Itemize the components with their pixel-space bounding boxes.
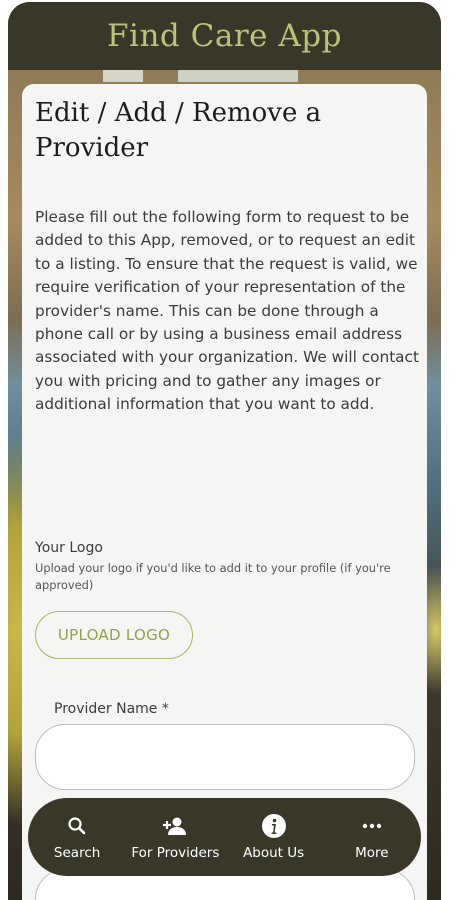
nav-more[interactable]: More <box>324 802 420 872</box>
nav-more-label: More <box>355 845 389 861</box>
app-title: Find Care App <box>107 18 342 54</box>
nav-for-providers[interactable]: For Providers <box>127 802 223 872</box>
form-title: Edit / Add / Remove a Provider <box>35 98 322 163</box>
form-intro: Please fill out the following form to re… <box>35 208 419 414</box>
form-card: Edit / Add / Remove a Provider Please fi… <box>22 84 427 900</box>
add-person-icon <box>162 813 188 839</box>
app-screen: Find Care App Edit / Add / Remove a Prov… <box>8 2 441 900</box>
logo-help-text: Upload your logo if you'd like to add it… <box>35 561 391 592</box>
app-header: Find Care App <box>8 2 441 70</box>
nav-search-label: Search <box>53 845 101 861</box>
provider-name-label: Provider Name * <box>54 701 169 717</box>
more-icon <box>362 813 382 839</box>
nav-about-us-label: About Us <box>243 845 305 861</box>
bottom-nav: Search For Providers About Us More <box>28 798 421 876</box>
background-detail <box>178 70 298 82</box>
logo-label: Your Logo <box>35 540 103 556</box>
background-detail <box>103 70 143 82</box>
nav-about-us[interactable]: About Us <box>226 802 322 872</box>
nav-search[interactable]: Search <box>29 802 125 872</box>
info-icon <box>261 813 287 839</box>
provider-name-input[interactable] <box>35 724 415 790</box>
search-icon <box>67 813 87 839</box>
nav-for-providers-label: For Providers <box>131 845 220 861</box>
upload-logo-button[interactable]: UPLOAD LOGO <box>35 611 193 659</box>
